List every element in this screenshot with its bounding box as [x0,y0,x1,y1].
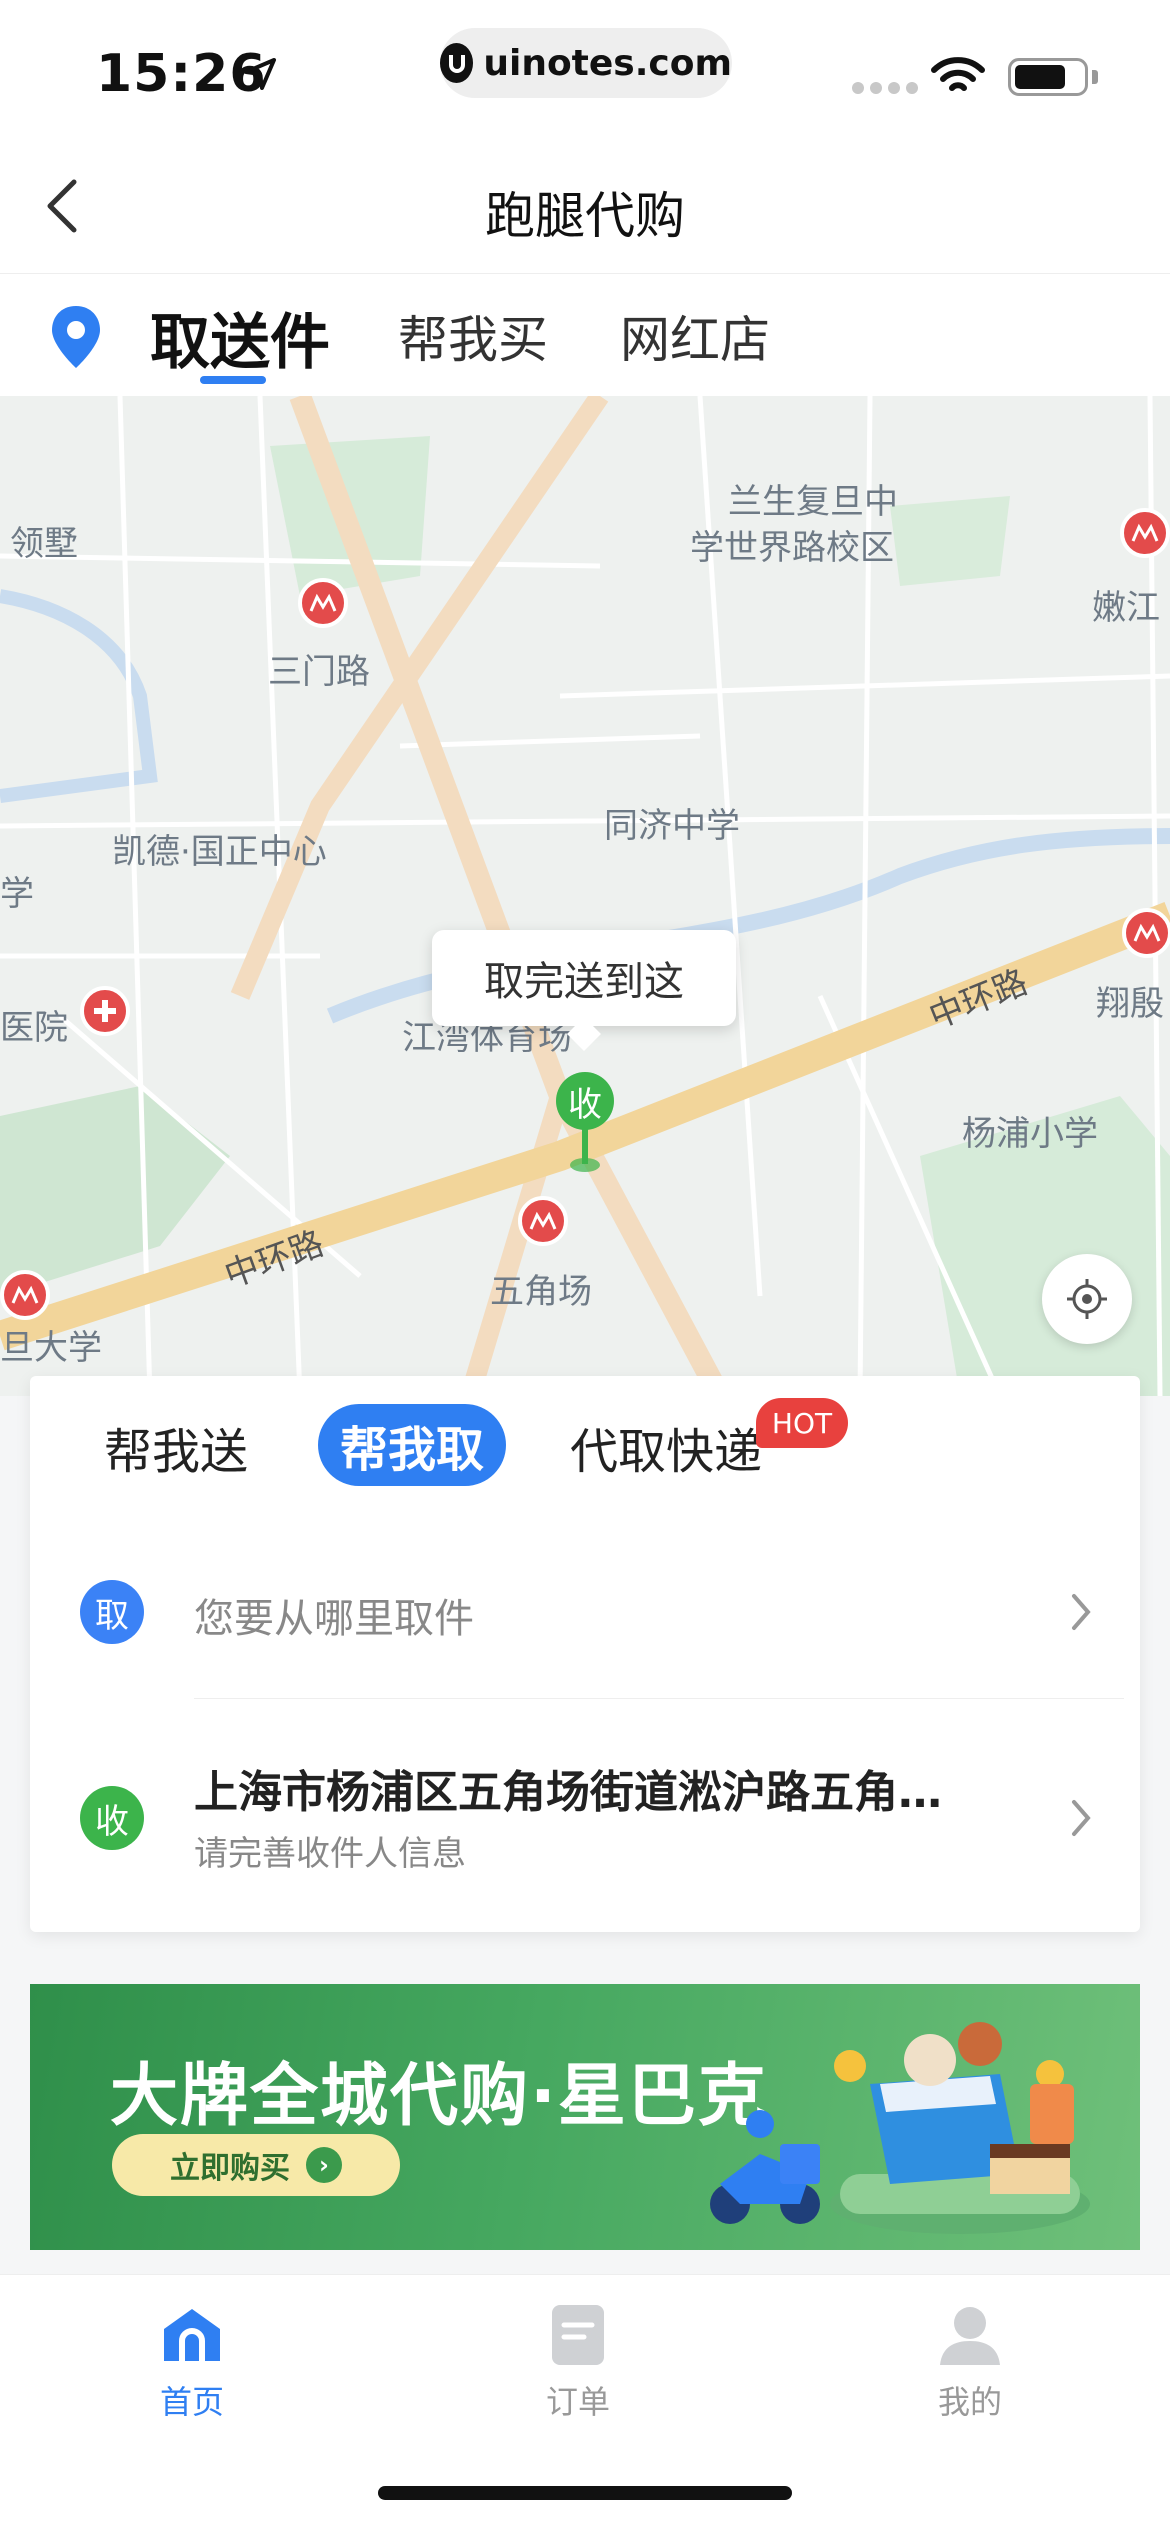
map-label: 凯德·国正中心 [112,832,327,872]
map-label: 学 [0,874,34,914]
active-tab-indicator [200,376,266,384]
chevron-right-icon[interactable] [1066,1796,1096,1844]
map-label: 杨浦小学 [962,1114,1098,1154]
order-list-icon [552,2305,604,2365]
url-pill[interactable]: uinotes.com [440,28,732,98]
metro-station-icon [1120,508,1170,558]
receive-badge-icon: 收 [80,1786,144,1850]
row-divider [194,1698,1124,1699]
tab-home[interactable]: 首页 [92,2303,292,2423]
tab-mine-label: 我的 [937,2383,1002,2421]
status-time: 15:26 [96,44,267,104]
cellular-signal-icon [852,82,918,94]
map-label: 五角场 [490,1272,592,1312]
tab-mine[interactable]: 我的 [870,2303,1070,2423]
metro-station-icon [0,1270,50,1320]
hot-badge: HOT [756,1398,848,1448]
location-pin-icon[interactable] [48,304,104,374]
map-label: 嫩江 [1092,588,1160,628]
location-arrow-icon [242,56,278,96]
receive-location-pin: 收 [556,1072,614,1130]
map-label: 领墅 [10,524,78,564]
buy-now-button[interactable]: 立即购买 › [112,2134,400,2196]
top-tabs: 取送件 帮我买 网红店 [0,274,1170,396]
metro-station-icon [1122,908,1170,958]
nav-bar: 跑腿代购 [0,140,1170,274]
site-logo-icon [440,43,474,83]
tab-send-for-me[interactable]: 帮我送 [104,1412,248,1482]
pickup-badge-icon: 取 [80,1580,144,1644]
tab-express-pickup[interactable]: 代取快递 [570,1412,762,1482]
map-callout: 取完送到这 [432,930,736,1026]
metro-station-icon [298,578,348,628]
map-label: 医院 [0,1008,68,1048]
crosshair-icon [1067,1279,1107,1319]
tab-orders[interactable]: 订单 [478,2303,678,2423]
user-icon [940,2307,1000,2365]
home-indicator [378,2486,792,2500]
arrow-right-icon: › [306,2147,342,2183]
wifi-icon [930,56,986,100]
map-view[interactable]: 兰生复旦中 学世界路校区 三门路 嫩江 同济中学 凯德·国正中心 翔殷 医院 江… [0,396,1170,1396]
map-label: 学世界路校区 [690,528,894,568]
tab-orders-label: 订单 [545,2383,610,2421]
promo-banner[interactable]: 大牌全城代购·星巴克 立即购买 › [30,1984,1140,2250]
pickup-address-field[interactable]: 您要从哪里取件 [194,1586,474,1644]
hospital-icon [80,986,130,1036]
map-label: 三门路 [268,652,370,692]
tab-influencer-shops[interactable]: 网红店 [620,300,770,372]
map-label: 翔殷 [1096,984,1164,1024]
tab-pickup-delivery[interactable]: 取送件 [150,294,330,381]
tab-buy-for-me[interactable]: 帮我买 [398,300,548,372]
receive-address[interactable]: 上海市杨浦区五角场街道淞沪路五角… [194,1756,1034,1820]
receiver-info-hint: 请完善收件人信息 [194,1834,466,1874]
page-title: 跑腿代购 [485,187,685,245]
buy-now-label: 立即购买 [170,2151,290,2186]
metro-station-icon [518,1196,568,1246]
map-label: 兰生复旦中 [728,482,898,522]
battery-tip [1092,70,1098,84]
tab-home-label: 首页 [159,2383,224,2421]
tab-pickup-for-me[interactable]: 帮我取 [318,1404,506,1486]
map-label: 同济中学 [604,806,740,846]
home-icon [164,2309,220,2361]
status-bar: 15:26 uinotes.com [0,0,1170,140]
banner-title: 大牌全城代购·星巴克 [110,2057,768,2136]
delivery-card: 帮我送 帮我取 代取快递 HOT 取 您要从哪里取件 收 上海市杨浦区五角场街道… [30,1376,1140,1932]
map-background [0,396,1170,1396]
chevron-right-icon[interactable] [1066,1590,1096,1638]
url-text: uinotes.com [483,42,732,84]
locate-me-button[interactable] [1042,1254,1132,1344]
map-label: 旦大学 [0,1328,102,1368]
receive-pin-shadow [570,1158,600,1172]
delivery-illustration [710,2022,1090,2234]
battery-icon [1008,58,1088,96]
